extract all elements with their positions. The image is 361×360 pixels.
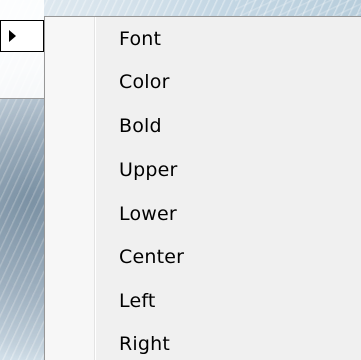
context-menu-list: Font Color Bold Upper Lower Center Left … [45, 17, 361, 360]
menu-item-bold[interactable]: Bold [45, 106, 361, 146]
menu-item-font[interactable]: Font [45, 19, 361, 59]
menu-item-label: Upper [119, 159, 178, 181]
owner-panel [0, 0, 44, 99]
menu-item-label: Right [119, 333, 171, 355]
menu-item-lower[interactable]: Lower [45, 194, 361, 234]
menu-item-upper[interactable]: Upper [45, 150, 361, 190]
menu-item-label: Lower [119, 203, 177, 225]
menu-item-label: Center [119, 246, 185, 268]
triangle-right-icon [9, 30, 16, 42]
menu-item-label: Left [119, 290, 156, 312]
submenu-arrow-button[interactable] [0, 20, 44, 52]
menu-item-label: Font [119, 28, 162, 50]
menu-item-label: Color [119, 71, 170, 93]
menu-item-color[interactable]: Color [45, 62, 361, 102]
menu-item-left[interactable]: Left [45, 281, 361, 321]
context-menu: Font Color Bold Upper Lower Center Left … [44, 16, 361, 360]
menu-item-center[interactable]: Center [45, 237, 361, 277]
menu-item-right[interactable]: Right [45, 324, 361, 360]
menu-item-label: Bold [119, 115, 162, 137]
